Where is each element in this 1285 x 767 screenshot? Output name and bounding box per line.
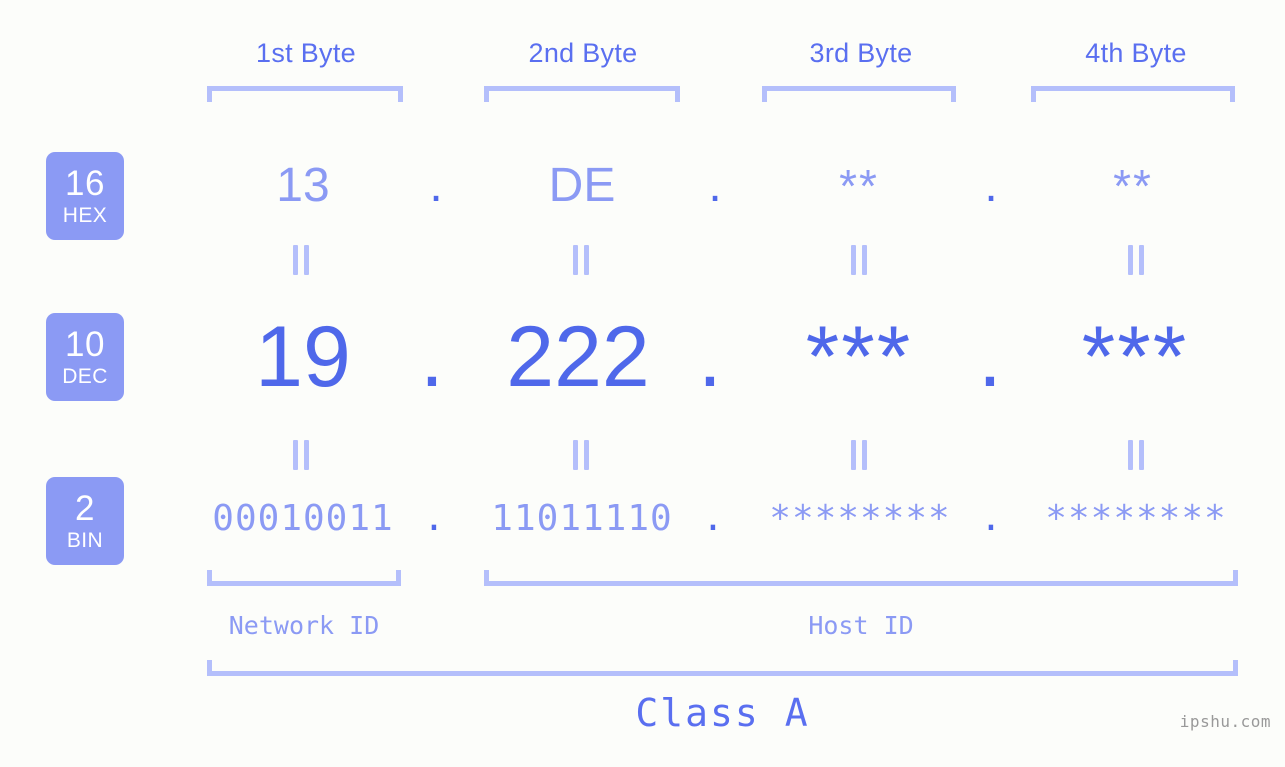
- class-label: Class A: [635, 691, 810, 735]
- bin-separator-3: .: [980, 498, 1002, 539]
- bin-byte-3: ********: [769, 498, 951, 539]
- dec-byte-1: 19: [255, 309, 351, 405]
- ip-address-breakdown-diagram: 1st Byte 2nd Byte 3rd Byte 4th Byte 16 H…: [0, 0, 1285, 767]
- hex-byte-3: **: [839, 160, 879, 212]
- equals-connector-hex-dec-3: [850, 245, 868, 275]
- base-badge-bin: 2 BIN: [46, 477, 124, 565]
- equals-connector-dec-bin-2: [572, 440, 590, 470]
- hex-separator-1: .: [429, 159, 443, 212]
- host-id-bracket: [484, 570, 1238, 586]
- hex-separator-3: .: [984, 159, 998, 212]
- base-badge-dec: 10 DEC: [46, 313, 124, 401]
- bin-byte-1: 00010011: [212, 498, 394, 539]
- equals-connector-dec-bin-3: [850, 440, 868, 470]
- bin-byte-2: 11011110: [491, 498, 673, 539]
- dec-separator-2: .: [698, 309, 722, 405]
- byte-header-3: 3rd Byte: [809, 38, 913, 68]
- byte-header-2: 2nd Byte: [528, 38, 638, 68]
- base-badge-hex-name: HEX: [62, 204, 108, 227]
- base-badge-dec-number: 10: [65, 325, 105, 364]
- hex-separator-2: .: [708, 159, 722, 212]
- dec-byte-4: ***: [1081, 309, 1189, 405]
- dec-separator-1: .: [420, 309, 444, 405]
- base-badge-bin-number: 2: [75, 489, 95, 528]
- hex-byte-4: **: [1113, 160, 1153, 212]
- equals-connector-hex-dec-2: [572, 245, 590, 275]
- equals-connector-dec-bin-1: [292, 440, 310, 470]
- byte-header-4: 4th Byte: [1085, 38, 1187, 68]
- base-badge-hex-number: 16: [65, 164, 105, 203]
- hex-byte-2: DE: [548, 159, 616, 212]
- byte-bracket-top-4: [1031, 86, 1235, 102]
- bin-byte-4: ********: [1045, 498, 1227, 539]
- equals-connector-hex-dec-4: [1127, 245, 1145, 275]
- site-watermark: ipshu.com: [1179, 712, 1271, 731]
- byte-bracket-top-3: [762, 86, 956, 102]
- base-badge-bin-name: BIN: [66, 529, 104, 552]
- network-id-bracket: [207, 570, 401, 586]
- dec-separator-3: .: [978, 309, 1002, 405]
- bin-separator-2: .: [702, 498, 724, 539]
- base-badge-dec-name: DEC: [62, 365, 108, 388]
- base-badge-hex: 16 HEX: [46, 152, 124, 240]
- dec-byte-2: 222: [506, 309, 650, 405]
- dec-byte-3: ***: [805, 309, 913, 405]
- equals-connector-hex-dec-1: [292, 245, 310, 275]
- hex-byte-1: 13: [276, 159, 330, 212]
- host-id-label: Host ID: [808, 611, 914, 640]
- byte-bracket-top-1: [207, 86, 403, 102]
- byte-bracket-top-2: [484, 86, 680, 102]
- class-bracket: [207, 660, 1238, 676]
- network-id-label: Network ID: [228, 611, 380, 640]
- equals-connector-dec-bin-4: [1127, 440, 1145, 470]
- bin-separator-1: .: [423, 498, 445, 539]
- byte-header-1: 1st Byte: [256, 38, 356, 68]
